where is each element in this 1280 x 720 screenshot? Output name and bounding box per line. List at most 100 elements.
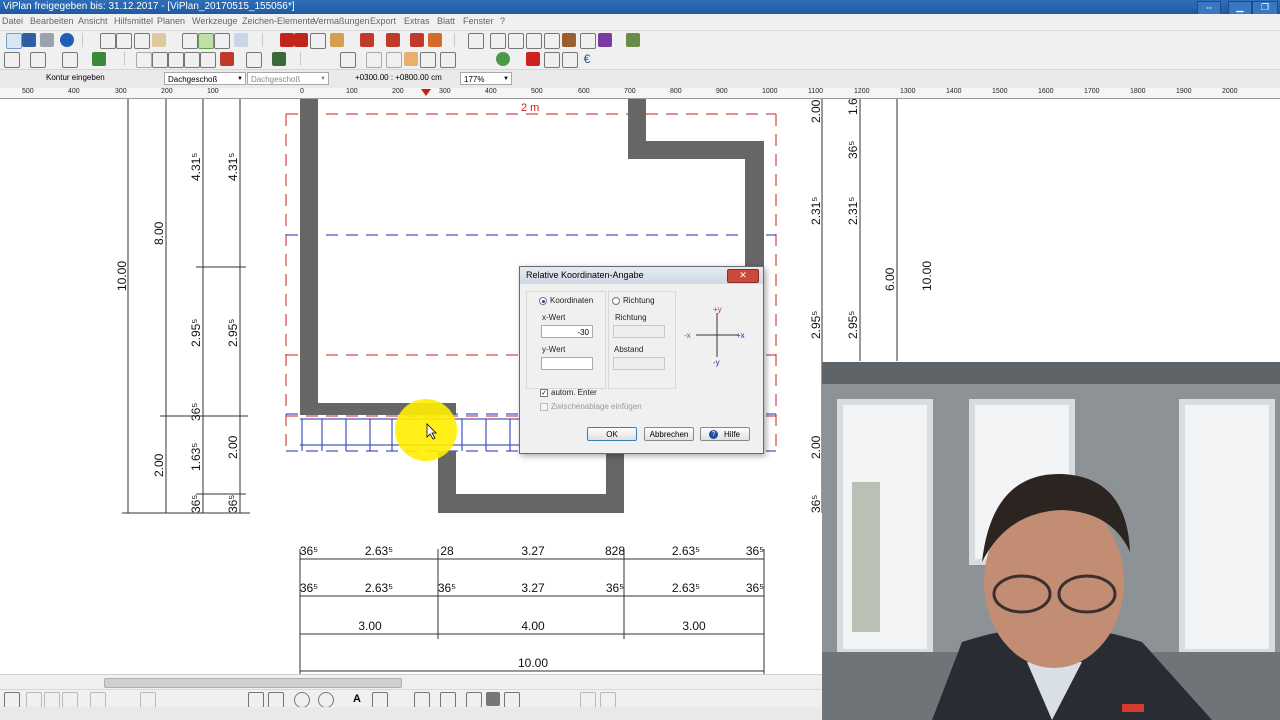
menu-werkzeuge[interactable]: Werkzeuge xyxy=(192,16,237,26)
pdf-icon[interactable] xyxy=(280,33,294,47)
menu-extras[interactable]: Extras xyxy=(404,16,430,26)
tool-icon[interactable] xyxy=(140,692,156,708)
direction-input[interactable] xyxy=(613,325,665,338)
x-value-input[interactable]: -30 xyxy=(541,325,593,338)
y-value-input[interactable] xyxy=(541,357,593,370)
door-icon[interactable] xyxy=(410,33,424,47)
tools-icon[interactable] xyxy=(562,52,578,68)
fill-rect-icon[interactable] xyxy=(486,692,500,706)
stairs-icon[interactable] xyxy=(330,33,344,47)
layers-icon[interactable] xyxy=(544,33,560,49)
scrollbar-thumb[interactable] xyxy=(104,678,402,688)
dialog-titlebar[interactable]: Relative Koordinaten-Angabe ✕ xyxy=(520,267,763,284)
floor-select-2[interactable]: Dachgeschoß ▼ xyxy=(247,72,329,85)
wall-s-icon[interactable] xyxy=(184,52,200,68)
wall-icon[interactable] xyxy=(136,52,152,68)
arc-icon[interactable] xyxy=(414,692,430,708)
save-icon[interactable] xyxy=(22,33,36,47)
export-icon[interactable] xyxy=(310,33,326,49)
print-icon[interactable] xyxy=(40,33,54,47)
stack-icon[interactable] xyxy=(440,52,456,68)
new-icon[interactable] xyxy=(6,33,22,49)
distance-input[interactable] xyxy=(613,357,665,370)
menu-planen[interactable]: Planen xyxy=(157,16,185,26)
text-cursor-icon[interactable] xyxy=(526,33,542,49)
floor-select[interactable]: Dachgeschoß ▼ xyxy=(164,72,246,85)
tool-icon[interactable] xyxy=(600,692,616,708)
circle-icon[interactable] xyxy=(294,692,310,708)
tool-icon[interactable] xyxy=(580,692,596,708)
column-icon[interactable] xyxy=(508,33,524,49)
arrow2-icon[interactable] xyxy=(386,52,402,68)
ok-button[interactable]: OK xyxy=(587,427,637,441)
frame-icon[interactable] xyxy=(420,52,436,68)
wall-b-icon[interactable] xyxy=(168,52,184,68)
tool-icon[interactable] xyxy=(26,692,42,708)
area-icon[interactable] xyxy=(466,692,482,708)
window-tool-icon[interactable] xyxy=(428,33,442,47)
maximize-icon[interactable]: ❐ xyxy=(1252,1,1278,15)
menu-datei[interactable]: Datei xyxy=(2,16,23,26)
grid-settings-icon[interactable] xyxy=(62,52,78,68)
tool-icon[interactable] xyxy=(44,692,60,708)
select-icon[interactable] xyxy=(4,692,20,708)
settings-icon[interactable] xyxy=(4,52,20,68)
wall-w-icon[interactable] xyxy=(152,52,168,68)
align-icon[interactable] xyxy=(490,33,506,49)
arrow-icon[interactable] xyxy=(366,52,382,68)
menu-export[interactable]: Export xyxy=(370,16,396,26)
house-icon[interactable] xyxy=(92,52,106,66)
target-icon[interactable] xyxy=(496,52,510,66)
help-button[interactable]: ? Hilfe xyxy=(700,427,750,441)
auto-enter-checkbox[interactable]: ✓ xyxy=(540,389,548,397)
menu-ansicht[interactable]: Ansicht xyxy=(78,16,108,26)
dwg-icon[interactable] xyxy=(294,33,308,47)
close-icon[interactable]: ✕ xyxy=(727,269,759,283)
table-icon[interactable] xyxy=(468,33,484,49)
pan-hand-icon[interactable] xyxy=(152,33,166,47)
ellipse-icon[interactable] xyxy=(318,692,334,708)
euro-icon[interactable]: € xyxy=(580,52,594,66)
fill-icon[interactable] xyxy=(272,52,286,66)
zoom-window-icon[interactable] xyxy=(100,33,116,49)
tool-icon[interactable] xyxy=(90,692,106,708)
component-icon[interactable] xyxy=(386,33,400,47)
resize-icon[interactable] xyxy=(544,52,560,68)
menu-help[interactable]: ? xyxy=(500,16,505,26)
info-icon[interactable] xyxy=(60,33,74,47)
menu-hilfsmittel[interactable]: Hilfsmittel xyxy=(114,16,153,26)
layer-icon[interactable] xyxy=(248,692,264,708)
horizontal-scrollbar[interactable] xyxy=(0,674,822,690)
line-icon[interactable] xyxy=(268,692,284,708)
copy-icon[interactable] xyxy=(182,33,198,49)
text-tool-icon[interactable]: A xyxy=(350,692,364,706)
measure-icon[interactable] xyxy=(234,33,248,47)
zoom-out-icon[interactable] xyxy=(134,33,150,49)
tool-icon[interactable] xyxy=(62,692,78,708)
pen-icon[interactable] xyxy=(340,52,356,68)
menu-bearbeiten[interactable]: Bearbeiten xyxy=(30,16,74,26)
minimize-icon[interactable]: ▁ xyxy=(1228,1,1252,15)
move-icon[interactable] xyxy=(246,52,262,68)
wall-p-icon[interactable] xyxy=(200,52,216,68)
menu-zeichen-elemente[interactable]: Zeichen-Elemente xyxy=(242,16,315,26)
material-icon[interactable] xyxy=(562,33,576,47)
roof-icon[interactable] xyxy=(360,33,374,47)
coordinates-radio[interactable] xyxy=(539,297,547,305)
direction-radio[interactable] xyxy=(612,297,620,305)
landscape-icon[interactable] xyxy=(626,33,640,47)
zoom-all-icon[interactable] xyxy=(116,33,132,49)
view-icon[interactable] xyxy=(580,33,596,49)
hatch-icon[interactable] xyxy=(440,692,456,708)
section-icon[interactable] xyxy=(598,33,612,47)
cross-icon[interactable] xyxy=(526,52,540,66)
zoom-select[interactable]: 177% ▼ xyxy=(460,72,512,85)
menu-vermassungen[interactable]: Vermaßungen xyxy=(313,16,370,26)
delete-icon[interactable] xyxy=(220,52,234,66)
edit-icon[interactable] xyxy=(404,52,418,66)
menu-fenster[interactable]: Fenster xyxy=(463,16,494,26)
clipboard-checkbox[interactable] xyxy=(540,403,548,411)
dimension-icon[interactable] xyxy=(372,692,388,708)
menu-blatt[interactable]: Blatt xyxy=(437,16,455,26)
snap-icon[interactable] xyxy=(198,33,214,49)
